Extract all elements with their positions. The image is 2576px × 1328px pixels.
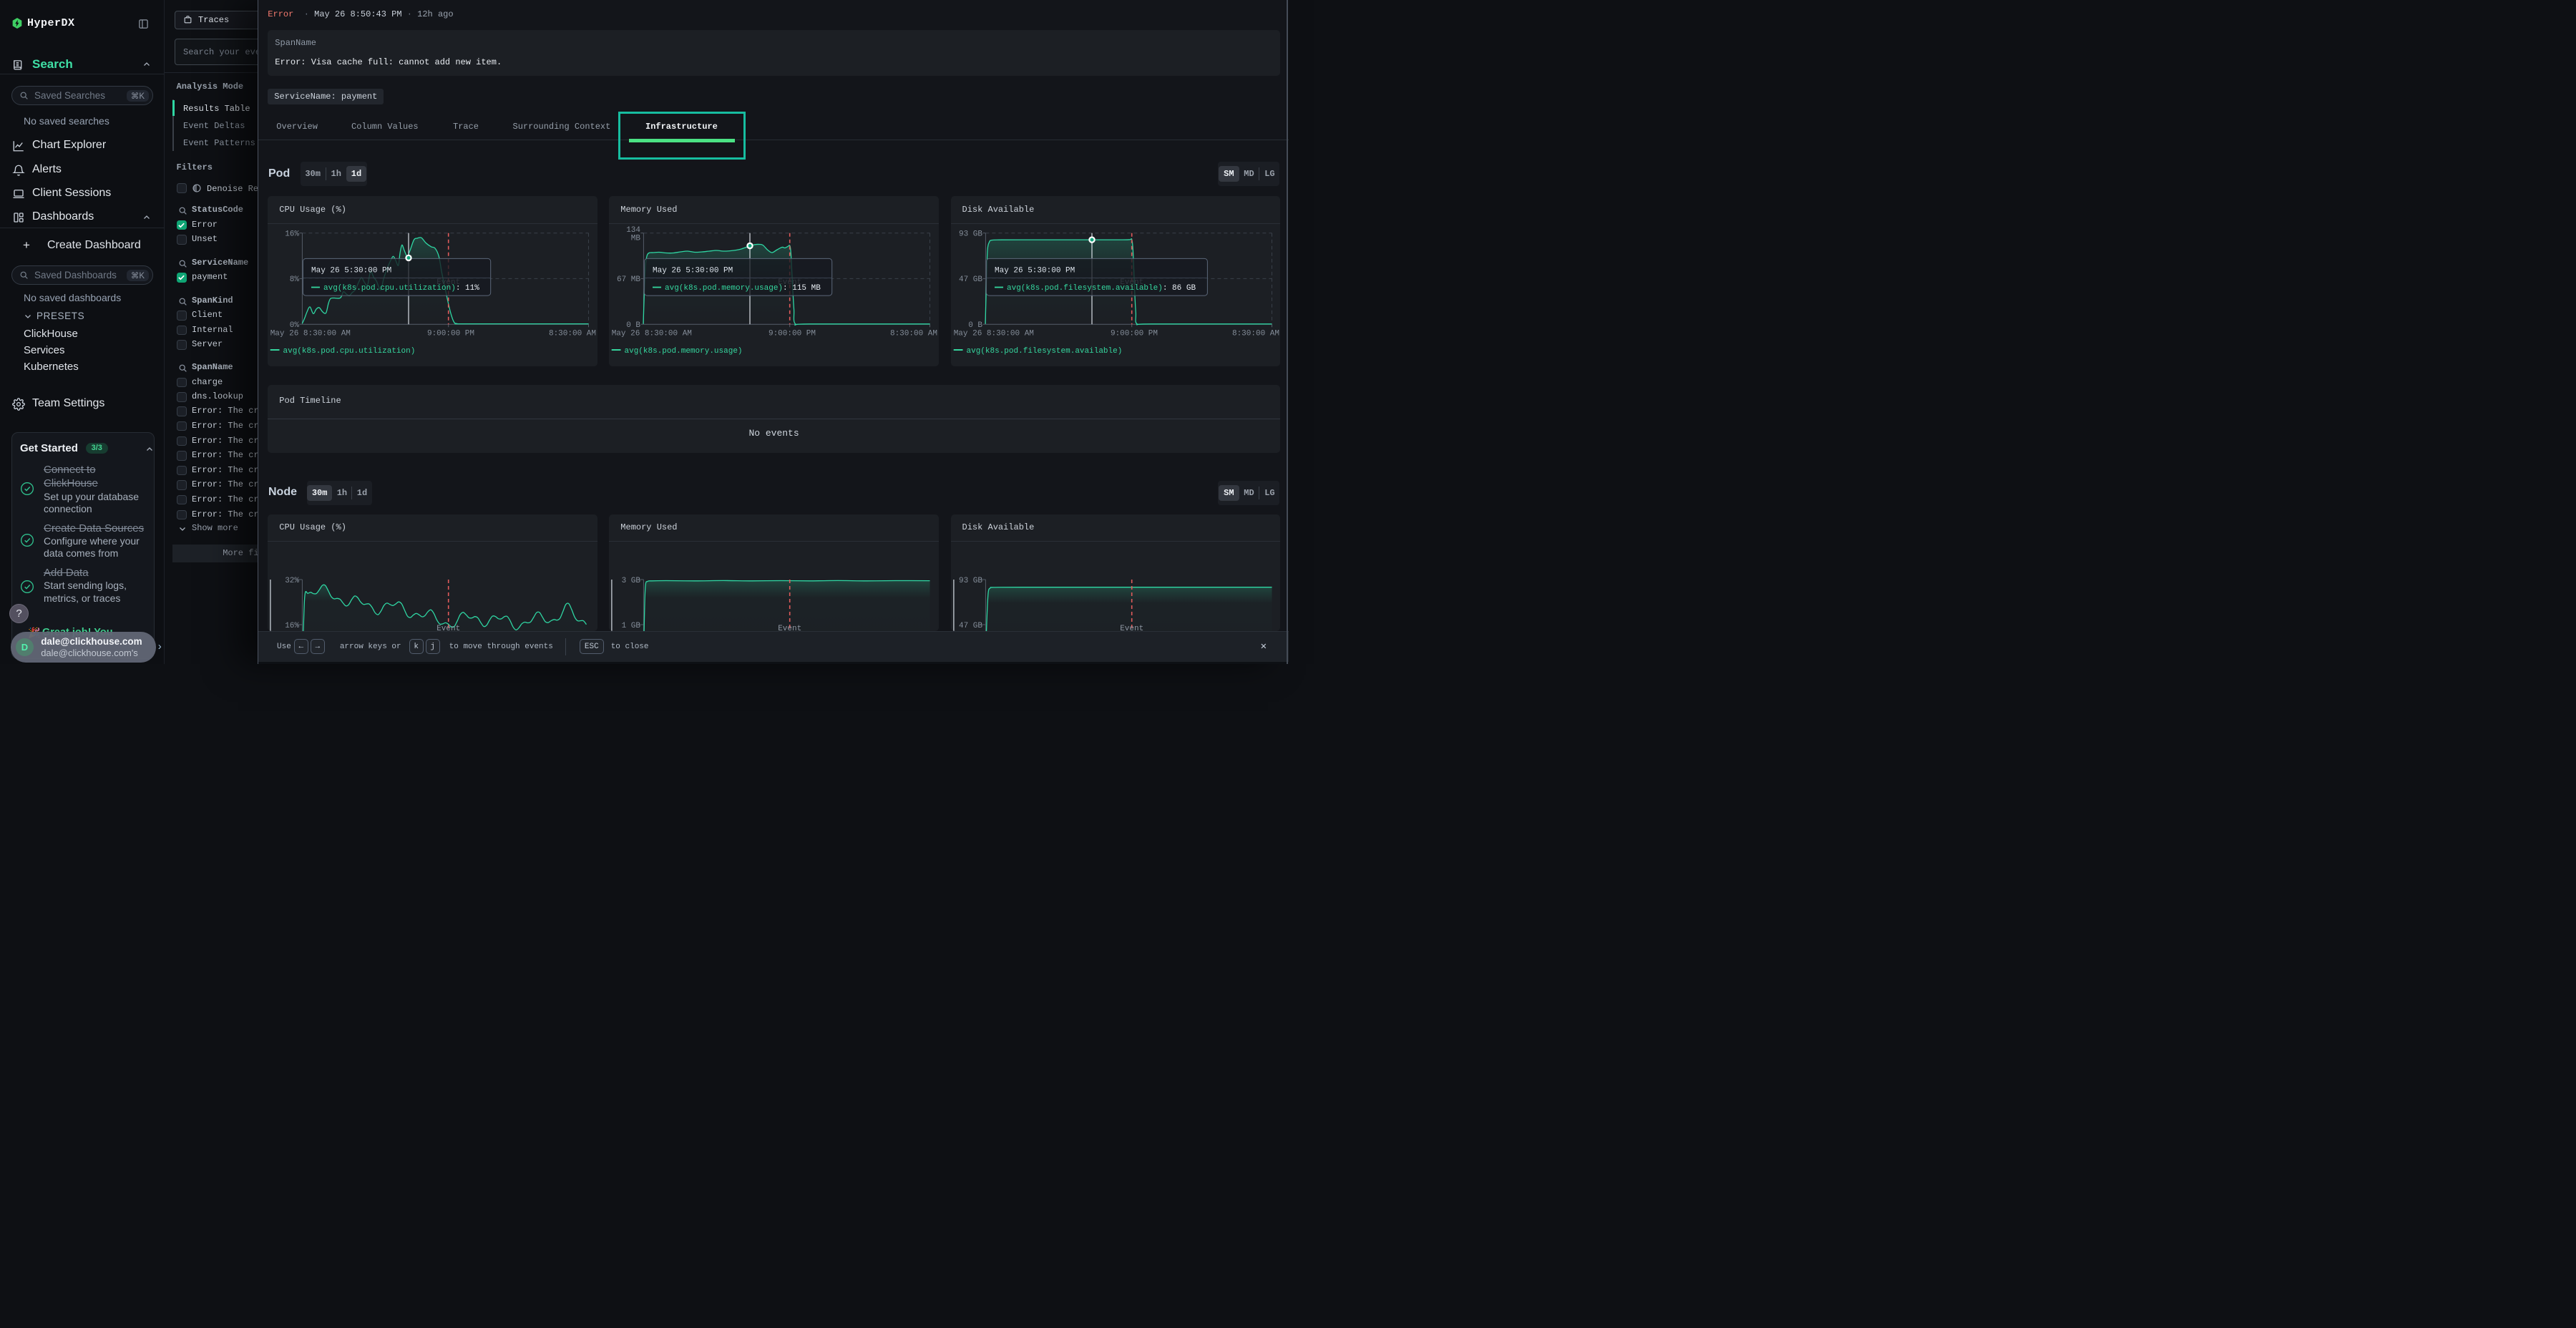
svg-text:93 GB: 93 GB <box>958 230 982 239</box>
svg-text:1 GB: 1 GB <box>622 622 641 630</box>
svg-text:9:00:00 PM: 9:00:00 PM <box>1110 330 1157 338</box>
svg-text:67 MB: 67 MB <box>617 275 640 284</box>
svg-text:9:00:00 PM: 9:00:00 PM <box>427 330 474 338</box>
svg-text:0%: 0% <box>290 321 300 330</box>
svg-text:9:00:00 PM: 9:00:00 PM <box>769 330 816 338</box>
svg-text:0 B: 0 B <box>626 321 640 330</box>
svg-text:8:30:00 AM: 8:30:00 AM <box>1231 330 1279 338</box>
svg-text:avg(k8s.pod.memory.usage): avg(k8s.pod.memory.usage) <box>665 284 783 293</box>
svg-text:93 GB: 93 GB <box>958 577 982 585</box>
svg-text:Event: Event <box>436 625 460 630</box>
svg-text:avg(k8s.pod.filesystem.availab: avg(k8s.pod.filesystem.available) <box>966 347 1122 356</box>
svg-text:3 GB: 3 GB <box>622 577 641 585</box>
svg-text:32%: 32% <box>285 577 299 585</box>
svg-text:avg(k8s.pod.cpu.utilization): avg(k8s.pod.cpu.utilization) <box>323 284 456 293</box>
svg-text:0 B: 0 B <box>968 321 982 330</box>
svg-text:May 26 8:30:00 AM: May 26 8:30:00 AM <box>612 330 692 338</box>
svg-text:47 GB: 47 GB <box>958 622 982 630</box>
svg-text:47 GB: 47 GB <box>958 275 982 284</box>
svg-text:8%: 8% <box>290 275 300 284</box>
svg-text:May 26 5:30:00 PM: May 26 5:30:00 PM <box>311 267 391 275</box>
svg-text:avg(k8s.pod.cpu.utilization): avg(k8s.pod.cpu.utilization) <box>283 347 416 356</box>
svg-text:16%: 16% <box>285 622 299 630</box>
svg-text:May 26 8:30:00 AM: May 26 8:30:00 AM <box>270 330 351 338</box>
svg-text:134: 134 <box>626 226 640 235</box>
svg-text:May 26 5:30:00 PM: May 26 5:30:00 PM <box>995 267 1075 275</box>
svg-text:16%: 16% <box>285 230 299 239</box>
svg-text:Event: Event <box>1120 625 1143 630</box>
svg-text:MB: MB <box>631 235 641 243</box>
svg-text:May 26 5:30:00 PM: May 26 5:30:00 PM <box>653 267 733 275</box>
svg-text:Event: Event <box>778 625 801 630</box>
svg-text:8:30:00 AM: 8:30:00 AM <box>549 330 596 338</box>
svg-text:May 26 8:30:00 AM: May 26 8:30:00 AM <box>953 330 1033 338</box>
svg-text:8:30:00 AM: 8:30:00 AM <box>890 330 937 338</box>
svg-text:avg(k8s.pod.memory.usage): avg(k8s.pod.memory.usage) <box>625 347 743 356</box>
svg-text:avg(k8s.pod.filesystem.availab: avg(k8s.pod.filesystem.available) <box>1007 284 1163 293</box>
